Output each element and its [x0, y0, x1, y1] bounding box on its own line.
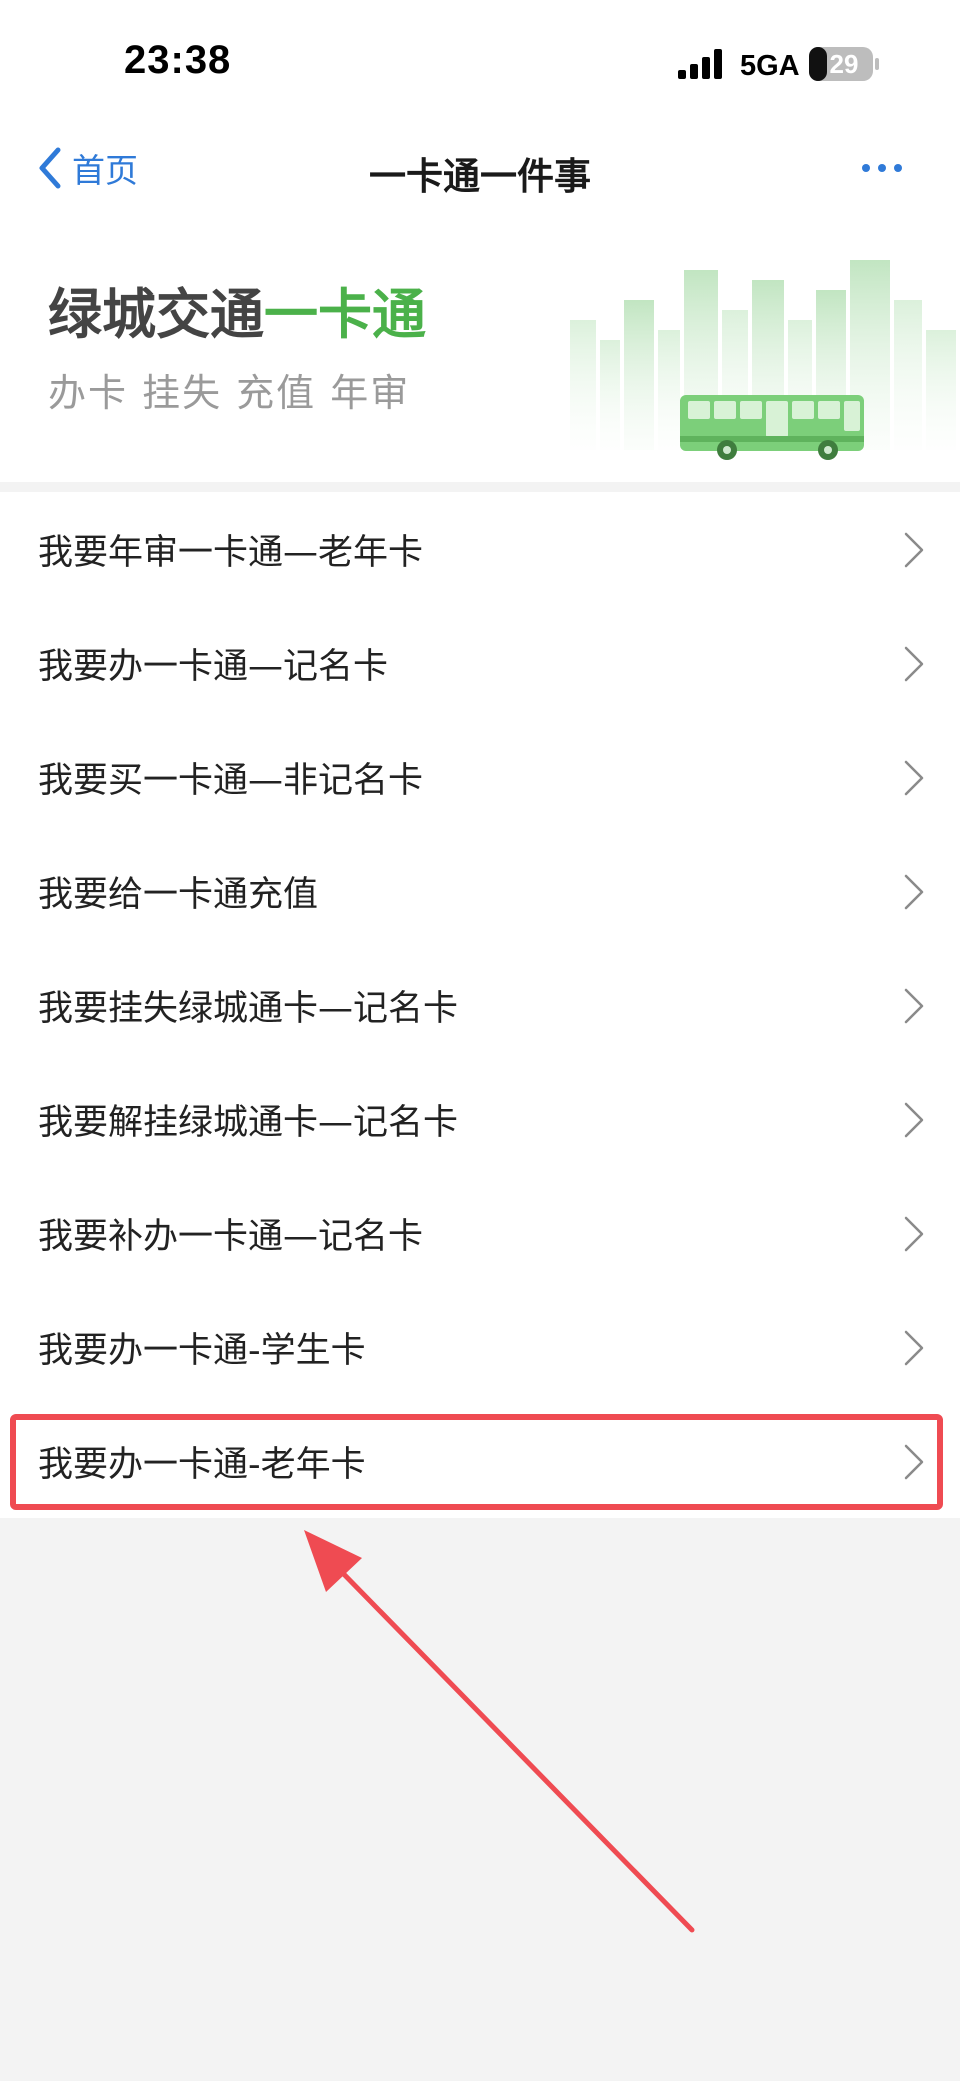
list-item-label: 我要办一卡通—记名卡 [38, 646, 389, 687]
service-banner: 绿城交通一卡通 办卡 挂失 充值 年审 [0, 240, 960, 470]
more-dots-icon[interactable] [858, 152, 906, 184]
chevron-right-icon [904, 1102, 924, 1138]
page-title: 一卡通一件事 [369, 155, 591, 198]
chevron-right-icon [904, 874, 924, 910]
list-item[interactable]: 我要买一卡通—非记名卡 [0, 720, 960, 834]
arrow-annotation [304, 1530, 695, 1933]
signal-strength-icon [678, 49, 722, 79]
list-item-label: 我要年审一卡通—老年卡 [38, 532, 424, 573]
list-item-label: 我要买一卡通—非记名卡 [38, 760, 424, 801]
list-item-label: 我要挂失绿城通卡—记名卡 [38, 988, 459, 1029]
list-item[interactable]: 我要补办一卡通—记名卡 [0, 1176, 960, 1290]
chevron-right-icon [904, 646, 924, 682]
list-item[interactable]: 我要解挂绿城通卡—记名卡 [0, 1062, 960, 1176]
banner-title-main: 绿城交通 [48, 283, 264, 346]
network-type: 5GA [740, 50, 800, 82]
list-item-label: 我要办一卡通-学生卡 [38, 1330, 366, 1371]
status-time: 23:38 [124, 38, 232, 82]
list-item[interactable]: 我要办一卡通-学生卡 [0, 1290, 960, 1404]
list-item[interactable]: 我要办一卡通—记名卡 [0, 606, 960, 720]
status-bar: 23:38 5GA 29 [0, 0, 960, 120]
navigation-bar: 首页 一卡通一件事 [0, 128, 960, 208]
chevron-right-icon [904, 532, 924, 568]
banner-subtitle: 办卡 挂失 充值 年审 [48, 371, 411, 415]
list-item-label: 我要给一卡通充值 [38, 874, 319, 915]
banner-title-accent: 一卡通 [264, 283, 426, 346]
chevron-right-icon [904, 1444, 924, 1480]
list-item[interactable]: 我要年审一卡通—老年卡 [0, 492, 960, 606]
list-item-label: 我要解挂绿城通卡—记名卡 [38, 1102, 459, 1143]
battery-level: 29 [829, 49, 859, 79]
list-item[interactable]: 我要给一卡通充值 [0, 834, 960, 948]
city-bus-illustration [570, 260, 956, 460]
chevron-right-icon [904, 988, 924, 1024]
list-item-label: 我要补办一卡通—记名卡 [38, 1216, 424, 1257]
list-item[interactable]: 我要挂失绿城通卡—记名卡 [0, 948, 960, 1062]
chevron-right-icon [904, 1216, 924, 1252]
list-item[interactable]: 我要办一卡通-老年卡 [0, 1404, 960, 1518]
list-item-label: 我要办一卡通-老年卡 [38, 1444, 366, 1485]
service-list: 我要年审一卡通—老年卡 我要办一卡通—记名卡 我要买一卡通—非记名卡 我要给一卡… [0, 492, 960, 1518]
chevron-right-icon [904, 1330, 924, 1366]
banner-title: 绿城交通一卡通 [48, 270, 426, 349]
chevron-right-icon [904, 760, 924, 796]
